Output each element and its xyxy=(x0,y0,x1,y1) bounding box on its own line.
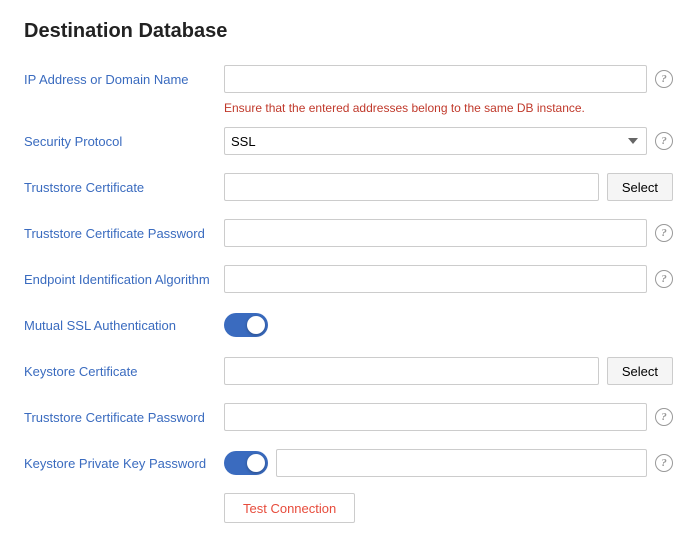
keystore-private-key-input[interactable] xyxy=(276,449,647,477)
security-protocol-label: Security Protocol xyxy=(24,134,224,149)
mutual-ssl-toggle[interactable] xyxy=(224,313,268,337)
keystore-private-key-controls: ? xyxy=(224,449,673,477)
ip-address-help-icon[interactable]: ? xyxy=(655,70,673,88)
truststore-password2-controls: ? xyxy=(224,403,673,431)
security-protocol-row: Security Protocol SSL TLS None ? xyxy=(24,125,673,157)
security-protocol-help-icon[interactable]: ? xyxy=(655,132,673,150)
ip-address-input[interactable] xyxy=(224,65,647,93)
truststore-certificate-label: Truststore Certificate xyxy=(24,180,224,195)
ip-address-row: IP Address or Domain Name ? xyxy=(24,63,673,95)
ip-address-error: Ensure that the entered addresses belong… xyxy=(224,101,673,115)
endpoint-algorithm-row: Endpoint Identification Algorithm ? xyxy=(24,263,673,295)
truststore-password2-help-icon[interactable]: ? xyxy=(655,408,673,426)
keystore-certificate-label: Keystore Certificate xyxy=(24,364,224,379)
security-protocol-select[interactable]: SSL TLS None xyxy=(224,127,647,155)
truststore-password2-input[interactable] xyxy=(224,403,647,431)
keystore-private-key-thumb xyxy=(247,454,265,472)
endpoint-algorithm-controls: ? xyxy=(224,265,673,293)
truststore-password2-label: Truststore Certificate Password xyxy=(24,410,224,425)
test-connection-button[interactable]: Test Connection xyxy=(224,493,355,523)
truststore-certificate-row: Truststore Certificate Select xyxy=(24,171,673,203)
ip-address-label: IP Address or Domain Name xyxy=(24,72,224,87)
keystore-certificate-controls: Select xyxy=(224,357,673,385)
keystore-certificate-row: Keystore Certificate Select xyxy=(24,355,673,387)
truststore-password-help-icon[interactable]: ? xyxy=(655,224,673,242)
security-protocol-controls: SSL TLS None ? xyxy=(224,127,673,155)
endpoint-algorithm-help-icon[interactable]: ? xyxy=(655,270,673,288)
truststore-certificate-controls: Select xyxy=(224,173,673,201)
test-connection-row: Test Connection xyxy=(224,493,673,523)
truststore-password2-row: Truststore Certificate Password ? xyxy=(24,401,673,433)
keystore-certificate-select-button[interactable]: Select xyxy=(607,357,673,385)
truststore-password-row: Truststore Certificate Password ? xyxy=(24,217,673,249)
truststore-password-label: Truststore Certificate Password xyxy=(24,226,224,241)
keystore-private-key-label: Keystore Private Key Password xyxy=(24,456,224,471)
keystore-private-key-row: Keystore Private Key Password ? xyxy=(24,447,673,479)
ip-address-controls: ? xyxy=(224,65,673,93)
truststore-password-controls: ? xyxy=(224,219,673,247)
keystore-private-key-help-icon[interactable]: ? xyxy=(655,454,673,472)
endpoint-algorithm-input[interactable] xyxy=(224,265,647,293)
endpoint-algorithm-label: Endpoint Identification Algorithm xyxy=(24,272,224,287)
truststore-password-input[interactable] xyxy=(224,219,647,247)
mutual-ssl-row: Mutual SSL Authentication xyxy=(24,309,673,341)
keystore-private-key-toggle[interactable] xyxy=(224,451,268,475)
truststore-certificate-input[interactable] xyxy=(224,173,599,201)
mutual-ssl-thumb xyxy=(247,316,265,334)
truststore-certificate-select-button[interactable]: Select xyxy=(607,173,673,201)
mutual-ssl-label: Mutual SSL Authentication xyxy=(24,318,224,333)
page-title: Destination Database xyxy=(24,20,673,43)
keystore-certificate-input[interactable] xyxy=(224,357,599,385)
mutual-ssl-controls xyxy=(224,313,673,337)
